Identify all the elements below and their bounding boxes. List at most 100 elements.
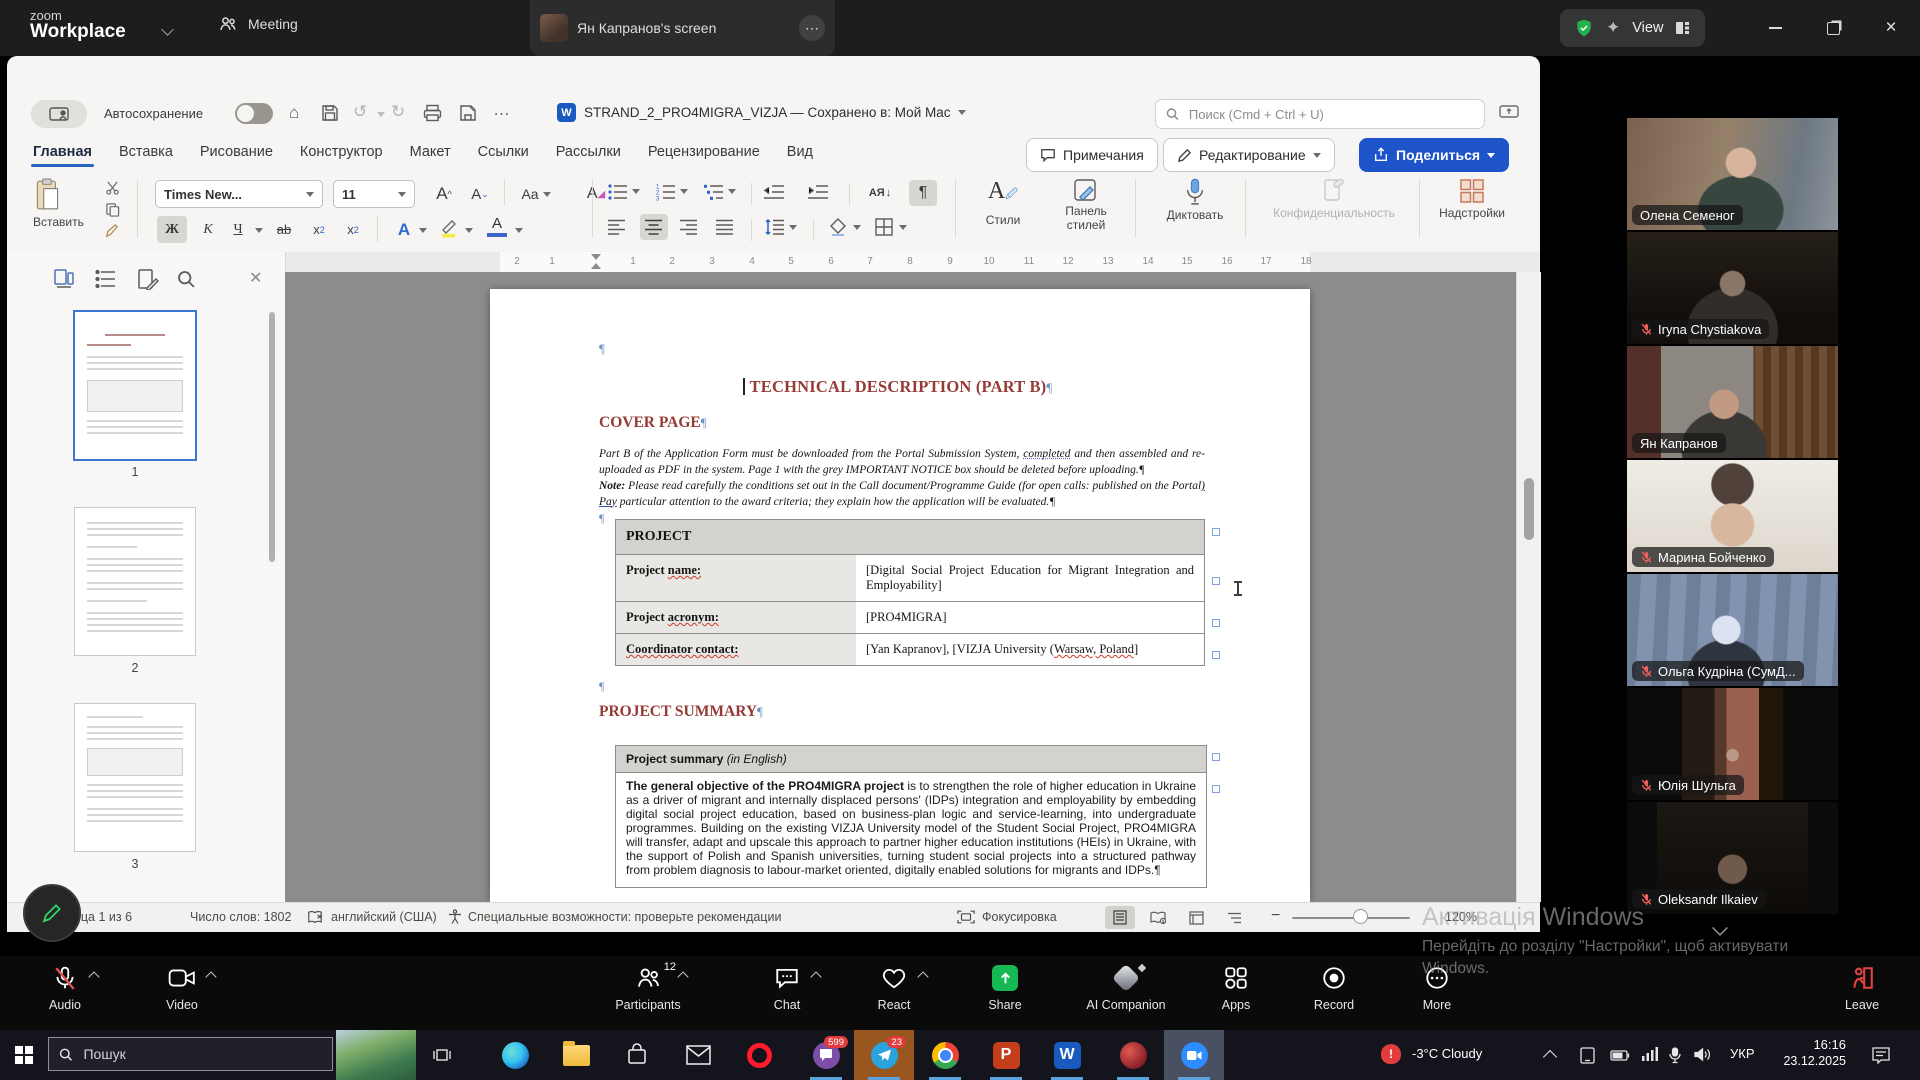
taskbar-app-edge[interactable]: [485, 1030, 545, 1080]
change-case-button[interactable]: Aa: [515, 180, 557, 208]
share-presence-icon[interactable]: [1499, 103, 1519, 123]
highlight-chevron-icon[interactable]: [465, 228, 473, 233]
cut-icon[interactable]: [105, 180, 120, 195]
taskbar-app-zoom[interactable]: [1164, 1030, 1224, 1080]
taskbar-app-powerpoint[interactable]: P: [976, 1030, 1036, 1080]
participant-tile[interactable]: Ольга Кудріна (СумД...: [1627, 574, 1838, 686]
font-color-chevron-icon[interactable]: [515, 228, 523, 233]
page-thumbnail-2[interactable]: [75, 508, 195, 655]
participants-button[interactable]: 12 Participants: [603, 963, 693, 1012]
clock[interactable]: 16:16 23.12.2025: [1768, 1037, 1846, 1068]
editing-mode-button[interactable]: Редактирование: [1163, 138, 1335, 172]
video-button[interactable]: Video: [137, 963, 227, 1012]
headings-view-icon[interactable]: [95, 268, 117, 290]
chat-options-chevron-icon[interactable]: [810, 971, 821, 982]
zoom-slider-track[interactable]: [1292, 917, 1410, 919]
font-color-button[interactable]: А: [485, 216, 509, 237]
close-pane-icon[interactable]: ✕: [249, 268, 262, 288]
line-spacing-chevron-icon[interactable]: [789, 225, 797, 230]
leave-button[interactable]: Leave: [1817, 963, 1907, 1012]
word-count[interactable]: Число слов: 1802: [190, 910, 291, 924]
web-layout-view-button[interactable]: [1181, 906, 1211, 929]
zoom-percentage[interactable]: 120%: [1445, 910, 1477, 924]
sensitivity-button[interactable]: Конфиденциальность: [1259, 178, 1409, 220]
ai-sparkle-icon[interactable]: ✦: [1606, 18, 1620, 38]
annotation-tool-button[interactable]: [23, 884, 81, 942]
borders-chevron-icon[interactable]: [899, 225, 907, 230]
grow-font-button[interactable]: A^: [429, 180, 459, 208]
apps-button[interactable]: Apps: [1191, 963, 1281, 1012]
print-layout-view-button[interactable]: [1105, 906, 1135, 929]
font-size-select[interactable]: 11: [333, 180, 415, 208]
align-right-icon[interactable]: [680, 219, 698, 235]
table-handle[interactable]: [1212, 619, 1220, 627]
taskbar-app-chrome[interactable]: [915, 1030, 975, 1080]
react-options-chevron-icon[interactable]: [917, 971, 928, 982]
presenter-view-button[interactable]: [31, 100, 87, 128]
taskbar-app-mail[interactable]: [668, 1030, 728, 1080]
page-thumbnail-3[interactable]: [75, 704, 195, 851]
news-widget-thumbnail[interactable]: [336, 1030, 416, 1080]
font-name-select[interactable]: Times New...: [155, 180, 323, 208]
highlight-button[interactable]: [439, 218, 461, 240]
increase-indent-icon[interactable]: [807, 183, 829, 201]
audio-options-chevron-icon[interactable]: [88, 971, 99, 982]
restore-button[interactable]: [1820, 16, 1846, 40]
weather-status[interactable]: -3°C Cloudy: [1412, 1046, 1482, 1061]
participant-tile[interactable]: Oleksandr Ilkaiev: [1627, 802, 1838, 914]
record-button[interactable]: Record: [1289, 963, 1379, 1012]
text-effects-chevron-icon[interactable]: [419, 228, 427, 233]
multilevel-list-icon[interactable]: [704, 183, 724, 201]
language-indicator[interactable]: английский (США): [331, 910, 437, 924]
print-icon[interactable]: [423, 104, 442, 122]
multilevel-list-chevron-icon[interactable]: [728, 189, 736, 194]
taskbar-app-word[interactable]: W: [1037, 1030, 1097, 1080]
undo-icon[interactable]: ↺: [353, 102, 367, 122]
edits-view-icon[interactable]: [137, 268, 159, 290]
tab-shared-screen[interactable]: Ян Капранов's screen ⋯: [530, 0, 835, 56]
focus-mode-button[interactable]: Фокусировка: [982, 910, 1057, 924]
save-icon[interactable]: [321, 104, 339, 122]
tab-more-icon[interactable]: ⋯: [799, 15, 825, 41]
shrink-font-button[interactable]: A⌄: [465, 180, 495, 208]
show-formatting-button[interactable]: ¶: [909, 180, 937, 206]
addins-button[interactable]: Надстройки: [1425, 178, 1519, 220]
more-button[interactable]: More: [1392, 963, 1482, 1012]
ribbon-tab-layout[interactable]: Макет: [410, 144, 451, 167]
project-table[interactable]: PROJECT Project name: [Digital Social Pr…: [615, 519, 1205, 666]
paste-button[interactable]: Вставить: [33, 178, 84, 229]
comments-button[interactable]: Примечания: [1026, 138, 1158, 172]
ai-companion-button[interactable]: AI Companion: [1081, 963, 1171, 1012]
thumbnails-view-icon[interactable]: [53, 268, 75, 290]
justify-icon[interactable]: [716, 219, 734, 235]
ribbon-tab-references[interactable]: Ссылки: [478, 144, 529, 167]
network-icon[interactable]: [1641, 1047, 1658, 1062]
task-view-button[interactable]: [420, 1030, 464, 1080]
minimize-button[interactable]: [1762, 16, 1788, 40]
pane-search-icon[interactable]: [177, 270, 196, 289]
shading-chevron-icon[interactable]: [853, 225, 861, 230]
ribbon-tab-home[interactable]: Главная: [33, 144, 92, 167]
word-search[interactable]: [1155, 99, 1485, 129]
participant-tile[interactable]: Марина Бойченко: [1627, 460, 1838, 572]
battery-icon[interactable]: [1610, 1050, 1630, 1061]
text-effects-button[interactable]: A: [389, 216, 419, 243]
workplace-chevron-icon[interactable]: [161, 23, 173, 35]
borders-icon[interactable]: [875, 218, 893, 236]
taskbar-app-explorer[interactable]: [546, 1030, 606, 1080]
collapse-videos-chevron-icon[interactable]: [1712, 920, 1728, 936]
undo-chevron-icon[interactable]: [377, 112, 385, 117]
document-page[interactable]: ¶ TECHNICAL DESCRIPTION (PART B)¶ COVER …: [490, 289, 1310, 902]
styles-pane-button[interactable]: Панель стилей: [1049, 178, 1123, 232]
format-painter-icon[interactable]: [105, 224, 120, 239]
participant-tile[interactable]: Юлія Шульга: [1627, 688, 1838, 800]
tray-expand-chevron-icon[interactable]: [1543, 1050, 1557, 1064]
autosave-toggle[interactable]: [235, 103, 273, 124]
language-indicator[interactable]: УКР: [1730, 1046, 1755, 1061]
participants-options-chevron-icon[interactable]: [677, 971, 688, 982]
summary-table[interactable]: Project summary (in English) The general…: [615, 745, 1207, 888]
page-thumbnail-1[interactable]: [75, 312, 195, 459]
participant-tile[interactable]: Iryna Chystiakova: [1627, 232, 1838, 344]
indent-marker-icon[interactable]: [591, 263, 601, 269]
accessibility-status[interactable]: Специальные возможности: проверьте реком…: [468, 910, 781, 924]
